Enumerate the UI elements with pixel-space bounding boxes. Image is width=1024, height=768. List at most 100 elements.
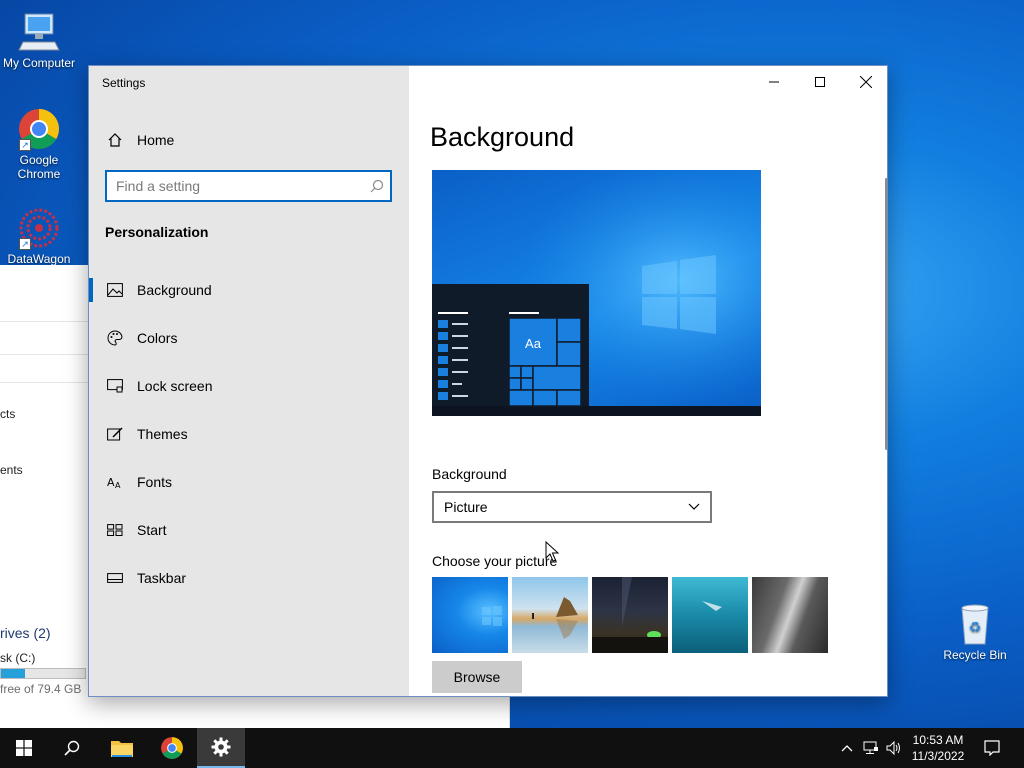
- windows-logo-icon: [16, 740, 32, 756]
- start-icon: [105, 520, 125, 540]
- background-type-dropdown[interactable]: Picture: [432, 491, 712, 523]
- maximize-icon: [815, 77, 825, 87]
- minimize-icon: [769, 81, 779, 83]
- page-title: Background: [430, 122, 575, 152]
- shortcut-arrow-icon: ↗: [19, 238, 31, 250]
- nav-item-label: Lock screen: [137, 378, 213, 394]
- window-caption-buttons: [751, 66, 887, 98]
- mouse-cursor-icon: [545, 541, 559, 562]
- computer-icon: [17, 10, 61, 54]
- taskbar-icon: [105, 568, 125, 588]
- settings-taskbar-button[interactable]: [197, 728, 245, 768]
- disk-usage-bar: [0, 668, 86, 679]
- nav-item-label: Start: [137, 522, 167, 538]
- nav-item-label: Themes: [137, 426, 188, 442]
- drives-group-header[interactable]: rives (2): [0, 625, 51, 641]
- nav-item-label: Taskbar: [137, 570, 187, 586]
- desktop-icon-datawagon[interactable]: ↗ DataWagon: [0, 206, 78, 266]
- content-scrollbar[interactable]: [885, 178, 887, 450]
- nav-item-start[interactable]: Start: [89, 506, 409, 554]
- nav-item-themes[interactable]: Themes: [89, 410, 409, 458]
- minimize-button[interactable]: [751, 66, 797, 98]
- home-nav-item[interactable]: Home: [105, 128, 174, 152]
- browse-button[interactable]: Browse: [432, 661, 522, 693]
- settings-content-pane: Background Aa Background Picture Choose …: [409, 66, 887, 696]
- nav-item-colors[interactable]: Colors: [89, 314, 409, 362]
- shortcut-arrow-icon: ↗: [19, 139, 31, 151]
- find-setting-input[interactable]: [107, 172, 364, 200]
- nav-item-lock-screen[interactable]: Lock screen: [89, 362, 409, 410]
- network-icon: [863, 741, 878, 754]
- clock-time: 10:53 AM: [912, 733, 964, 747]
- explorer-nav-item[interactable]: cts: [0, 407, 15, 421]
- personalization-nav-list: Background Colors Lock screen Themes A A…: [89, 266, 409, 602]
- nav-item-label: Fonts: [137, 474, 173, 490]
- recycle-bin-icon: ♻: [953, 602, 997, 646]
- svg-text:♻: ♻: [969, 619, 982, 635]
- settings-nav-pane: Settings Home Personalization Background: [89, 66, 409, 696]
- file-explorer-taskbar-button[interactable]: [98, 728, 146, 768]
- wallpaper-thumbnail-underwater[interactable]: [672, 577, 748, 653]
- disk-usage-fill: [1, 669, 25, 678]
- search-icon: [64, 740, 80, 756]
- dropdown-value: Picture: [444, 499, 488, 515]
- close-button[interactable]: [843, 66, 887, 98]
- folder-icon: [111, 741, 133, 757]
- preview-tile-text: Aa: [525, 336, 542, 351]
- picture-thumbnails: [432, 577, 828, 653]
- speaker-icon: [886, 741, 900, 755]
- section-title: Personalization: [105, 224, 209, 240]
- home-icon: [105, 130, 125, 150]
- drive-free-space: free of 79.4 GB: [0, 682, 82, 696]
- lock-screen-icon: [105, 376, 125, 396]
- nav-item-taskbar[interactable]: Taskbar: [89, 554, 409, 602]
- network-tray-button[interactable]: [860, 728, 882, 768]
- palette-icon: [105, 328, 125, 348]
- desktop-icon-label: Google Chrome: [17, 153, 61, 181]
- action-center-button[interactable]: [978, 728, 1006, 768]
- desktop-icon-label: My Computer: [2, 56, 76, 70]
- themes-icon: [105, 424, 125, 444]
- divider: [0, 382, 88, 383]
- desktop-icon-recycle-bin[interactable]: ♻ Recycle Bin: [936, 602, 1014, 662]
- fonts-icon: AA: [105, 472, 125, 492]
- svg-text:A: A: [115, 481, 121, 489]
- taskbar-clock[interactable]: 10:53 AM 11/3/2022: [905, 732, 971, 764]
- maximize-button[interactable]: [797, 66, 843, 98]
- start-button[interactable]: [0, 728, 48, 768]
- nav-item-fonts[interactable]: AA Fonts: [89, 458, 409, 506]
- wallpaper-thumbnail-beach[interactable]: [512, 577, 588, 653]
- nav-item-background[interactable]: Background: [89, 266, 409, 314]
- gear-icon: [211, 737, 231, 757]
- notification-icon: [984, 740, 1000, 756]
- datawagon-icon: ↗: [17, 206, 61, 250]
- desktop-icon-my-computer[interactable]: My Computer: [0, 10, 78, 70]
- divider: [0, 354, 88, 355]
- svg-text:A: A: [107, 476, 115, 489]
- background-preview: Aa: [432, 170, 761, 416]
- chrome-taskbar-button[interactable]: [148, 728, 196, 768]
- explorer-nav-item[interactable]: ents: [0, 463, 23, 477]
- taskbar: 10:53 AM 11/3/2022: [0, 728, 1024, 768]
- search-icon[interactable]: [364, 179, 390, 193]
- chevron-down-icon: [688, 503, 700, 510]
- nav-item-label: Colors: [137, 330, 178, 346]
- settings-window[interactable]: Settings Home Personalization Background: [88, 65, 888, 697]
- window-title: Settings: [102, 76, 146, 90]
- desktop-icon-label: DataWagon: [7, 252, 71, 266]
- wallpaper-thumbnail-rock[interactable]: [752, 577, 828, 653]
- picture-icon: [105, 280, 125, 300]
- drive-name[interactable]: sk (C:): [0, 651, 35, 665]
- desktop-icon-label: Recycle Bin: [943, 648, 1007, 662]
- desktop-icon-google-chrome[interactable]: ↗ Google Chrome: [0, 107, 78, 181]
- clock-date: 11/3/2022: [911, 749, 965, 763]
- choose-picture-label: Choose your picture: [432, 553, 558, 569]
- wallpaper-thumbnail-windows[interactable]: [432, 577, 508, 653]
- find-setting-search-box[interactable]: [105, 170, 392, 202]
- chrome-icon: [161, 737, 183, 759]
- close-icon: [860, 76, 872, 88]
- wallpaper-thumbnail-night-sky[interactable]: [592, 577, 668, 653]
- volume-tray-button[interactable]: [883, 728, 905, 768]
- show-hidden-icons-button[interactable]: [837, 728, 857, 768]
- search-taskbar-button[interactable]: [48, 728, 96, 768]
